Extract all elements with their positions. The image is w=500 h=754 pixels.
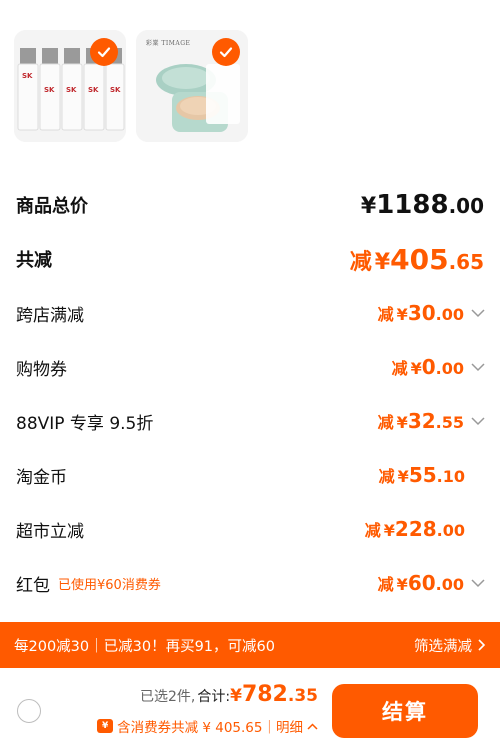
row-total-discount: 共减 减 ¥ 405 .65 [0,232,500,286]
row-red-packet[interactable]: 红包 已使用¥60消费券 减 ¥ 60 .00 [0,556,500,610]
discount-detail-text: 含消费券共减 ¥ 405.65｜明细 [117,720,303,736]
row-value: 减 ¥ 30 .00 [377,301,464,325]
row-total-price: 商品总价 ¥ 1188 .00 [0,178,500,232]
chevron-down-icon[interactable] [470,305,486,321]
row-value: 减 ¥ 55 .10 [378,463,465,487]
selected-products: SK SK SK SK SK 彩棠 TIMAGE [14,0,248,150]
selected-count: 已选2件, [140,689,196,705]
row-label: 淘金币 [16,467,67,488]
chevron-down-icon[interactable] [470,575,486,591]
row-label: 跨店满减 [16,305,84,326]
svg-text:SK: SK [22,72,33,80]
row-label: 88VIP 专享 9.5折 [16,413,154,434]
promo-banner: 每200减30｜已减30！再买91，可减60 筛选满减 [0,622,500,668]
discount-detail-link[interactable]: ¥ 含消费券共减 ¥ 405.65｜明细 [97,716,318,736]
chevron-up-icon [307,722,318,730]
filter-discount-link[interactable]: 筛选满减 [414,635,486,656]
chevron-down-icon[interactable] [470,359,486,375]
row-shopping-voucher[interactable]: 购物券 减 ¥ 0 .00 [0,340,500,394]
total-amount: ¥ 782 .35 [230,682,318,707]
chevron-down-icon[interactable] [470,413,486,429]
row-label: 购物券 [16,359,67,380]
filter-label: 筛选满减 [414,638,472,655]
svg-text:SK: SK [88,86,99,94]
row-value: 减 ¥ 405 .65 [349,242,484,276]
row-value: 减 ¥ 228 .00 [364,517,465,541]
row-label: 红包 [16,575,50,596]
red-packet-note: 已使用¥60消费券 [58,577,161,593]
product-thumbnail-cushion[interactable]: 彩棠 TIMAGE [136,30,248,142]
selected-check-icon[interactable] [90,38,118,66]
row-label: 共减 [16,250,52,271]
checkout-button[interactable]: 结算 [332,684,478,738]
order-summary: 已选2件, 合计: ¥ 782 .35 [140,682,318,707]
product-thumbnail-sk2[interactable]: SK SK SK SK SK [14,30,126,142]
chevron-right-icon [478,639,486,651]
select-all-radio[interactable] [17,699,41,723]
row-label: 商品总价 [16,196,88,217]
row-supermarket-discount: 超市立减 减 ¥ 228 .00 [0,502,500,556]
row-value: ¥ 1188 .00 [360,190,484,220]
svg-text:SK: SK [44,86,55,94]
svg-text:SK: SK [66,86,77,94]
row-value: 减 ¥ 60 .00 [377,571,464,595]
checkout-bar: 已选2件, 合计: ¥ 782 .35 ¥ 含消费券共减 ¥ 405.65｜明细… [0,668,500,754]
coupon-icon: ¥ [97,719,114,733]
row-taojinbi: 淘金币 减 ¥ 55 .10 [0,448,500,502]
price-breakdown: 商品总价 ¥ 1188 .00 共减 减 ¥ 405 .65 跨店满减 减 ¥ … [0,178,500,610]
row-label: 超市立减 [16,521,84,542]
total-label: 合计: [197,689,231,705]
svg-text:SK: SK [110,86,121,94]
row-88vip-discount[interactable]: 88VIP 专享 9.5折 减 ¥ 32 .55 [0,394,500,448]
promo-text: 每200减30｜已减30！再买91，可减60 [14,638,275,655]
row-value: 减 ¥ 32 .55 [377,409,464,433]
row-cross-store-discount[interactable]: 跨店满减 减 ¥ 30 .00 [0,286,500,340]
brand-text: 彩棠 TIMAGE [146,40,191,47]
row-value: 减 ¥ 0 .00 [391,355,464,379]
selected-check-icon[interactable] [212,38,240,66]
